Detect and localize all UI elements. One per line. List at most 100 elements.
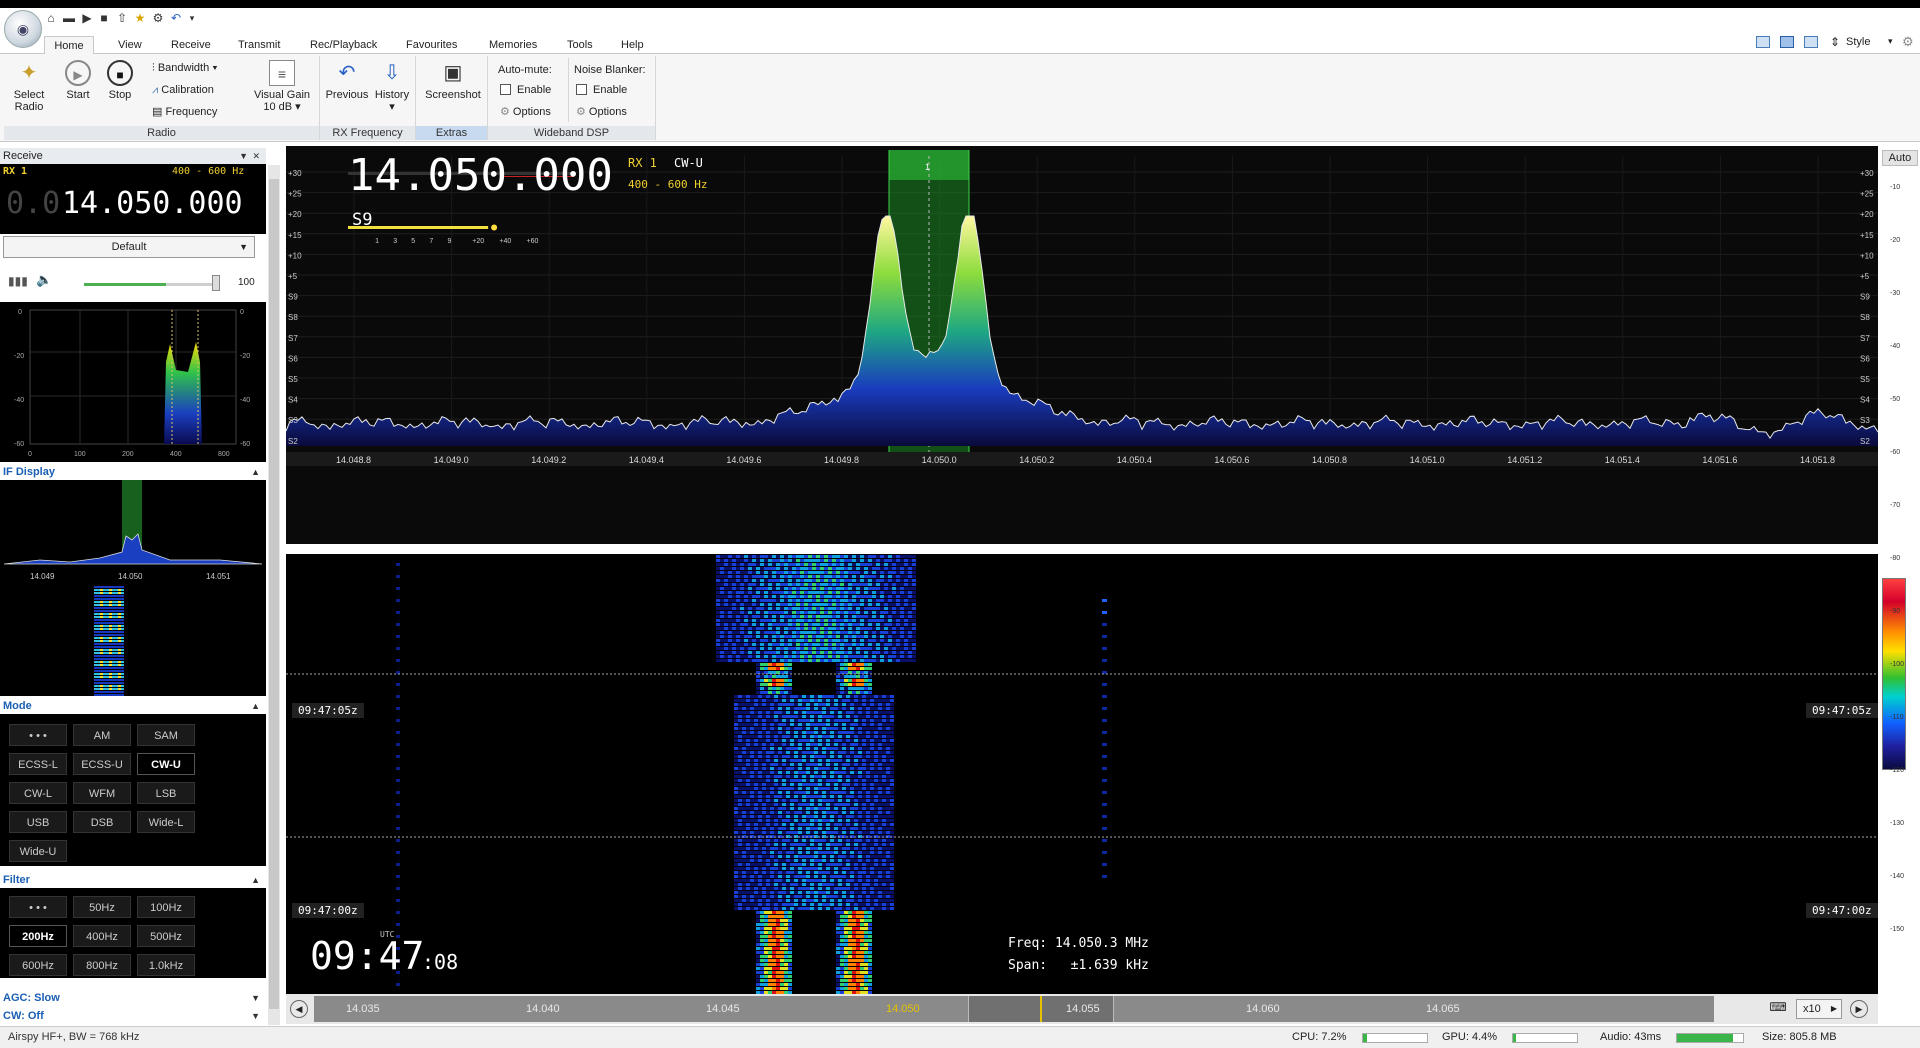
- mode-button-wfm[interactable]: WFM: [73, 782, 131, 804]
- frequency-button[interactable]: ▤ Frequency: [152, 104, 217, 120]
- bandwidth-button[interactable]: ⫶ Bandwidth ▾: [152, 60, 218, 76]
- mode-button-am[interactable]: AM: [73, 724, 131, 746]
- filter-button-800hz[interactable]: 800Hz: [73, 954, 131, 976]
- rx-label: RX 1: [3, 166, 28, 177]
- spectrum-scale-label: S5: [1860, 375, 1870, 384]
- calibration-button[interactable]: ⩘ Calibration: [152, 82, 214, 98]
- mode-button-ecss-u[interactable]: ECSS-U: [73, 753, 131, 775]
- collapse-icon[interactable]: ▼: [239, 148, 248, 164]
- gear-icon[interactable]: ⚙: [151, 11, 165, 25]
- filter-button-100hz[interactable]: 100Hz: [137, 896, 195, 918]
- tab-home[interactable]: Home: [44, 36, 94, 54]
- collapse-icon[interactable]: ▲: [251, 872, 260, 888]
- spectrum-scale-label: +15: [288, 231, 302, 240]
- auto-mute-options-button[interactable]: ⚙ Options: [500, 104, 551, 120]
- layout-icon-1[interactable]: [1756, 36, 1770, 48]
- filter-button-50hz[interactable]: 50Hz: [73, 896, 131, 918]
- visual-gain-button[interactable]: ≡ Visual Gain 10 dB ▾: [250, 60, 314, 113]
- mode-button-usb[interactable]: USB: [9, 811, 67, 833]
- speaker-icon[interactable]: 🔈: [36, 272, 52, 288]
- main-frequency[interactable]: 14.050.000: [348, 150, 613, 201]
- mode-button-dsb[interactable]: DSB: [73, 811, 131, 833]
- color-scale-bar[interactable]: [1882, 578, 1906, 770]
- auto-mute-enable-checkbox[interactable]: Enable: [500, 82, 551, 98]
- spectrum-mode-label: CW-U: [674, 156, 703, 170]
- layout-icon-3[interactable]: [1804, 36, 1818, 48]
- cw-panel-header[interactable]: CW: Off ▼: [0, 1008, 266, 1024]
- mode-button-[interactable]: • • •: [9, 724, 67, 746]
- mode-button-cw-l[interactable]: CW-L: [9, 782, 67, 804]
- folder-icon[interactable]: ▬: [62, 11, 76, 25]
- filter-panel-header[interactable]: Filter ▲: [0, 872, 266, 888]
- style-menu[interactable]: Style: [1846, 36, 1870, 48]
- tab-tools[interactable]: Tools: [561, 36, 599, 54]
- filter-button-600hz[interactable]: 600Hz: [9, 954, 67, 976]
- previous-button[interactable]: ↶ Previous: [324, 60, 370, 101]
- tab-favourites[interactable]: Favourites: [400, 36, 463, 54]
- filter-button-more[interactable]: • • •: [9, 896, 67, 918]
- upload-icon[interactable]: ⇧: [115, 11, 129, 25]
- mode-button-sam[interactable]: SAM: [137, 724, 195, 746]
- filter-button-200hz[interactable]: 200Hz: [9, 925, 67, 947]
- screenshot-button[interactable]: ▣ Screenshot: [420, 60, 486, 101]
- waterfall-display[interactable]: [286, 551, 1878, 994]
- keyboard-icon[interactable]: ⌨: [1766, 1000, 1790, 1018]
- scroll-left-icon[interactable]: ◀: [290, 1000, 308, 1018]
- meter-icon[interactable]: ▮▮▮: [8, 274, 28, 288]
- play-icon[interactable]: ▶: [80, 11, 94, 25]
- tab-memories[interactable]: Memories: [483, 36, 543, 54]
- undo-icon[interactable]: ↶: [169, 11, 183, 25]
- more-icon[interactable]: ▾: [185, 11, 199, 25]
- frequency-overview-bar[interactable]: ◀ 14.035 14.040 14.045 14.050 14.055 14.060 14…: [286, 994, 1878, 1024]
- filter-button-400hz[interactable]: 400Hz: [73, 925, 131, 947]
- left-panel-scrollbar[interactable]: [268, 165, 280, 1025]
- receive-panel-header[interactable]: Receive ▼ ✕: [0, 148, 266, 164]
- tab-rec-playback[interactable]: Rec/Playback: [304, 36, 383, 54]
- cursor-span-readout: Span: ±1.639 kHz: [1008, 958, 1149, 973]
- expand-icon[interactable]: ▼: [251, 1008, 260, 1024]
- expand-icon[interactable]: ▼: [251, 990, 260, 1006]
- scroll-right-icon[interactable]: ▶: [1850, 1000, 1868, 1018]
- mode-button-wide-u[interactable]: Wide-U: [9, 840, 67, 862]
- close-icon[interactable]: ✕: [252, 148, 260, 164]
- noise-blanker-enable-checkbox[interactable]: Enable: [576, 82, 627, 98]
- home-icon[interactable]: ⌂: [44, 11, 58, 25]
- swap-icon[interactable]: ⇕: [1830, 35, 1840, 49]
- scrollbar-thumb[interactable]: [269, 179, 279, 1009]
- mode-panel-header[interactable]: Mode ▲: [0, 698, 266, 714]
- preset-select[interactable]: Default ▼: [3, 236, 255, 258]
- collapse-icon[interactable]: ▲: [251, 464, 260, 480]
- zoom-select[interactable]: x10 ▶: [1796, 999, 1842, 1019]
- filter-button-500hz[interactable]: 500Hz: [137, 925, 195, 947]
- stop-icon[interactable]: ■: [97, 11, 111, 25]
- mode-button-wide-l[interactable]: Wide-L: [137, 811, 195, 833]
- filter-button-1-0khz[interactable]: 1.0kHz: [137, 954, 195, 976]
- stop-button[interactable]: ■ Stop: [102, 60, 138, 101]
- select-radio-button[interactable]: ✦ Select Radio: [8, 60, 50, 113]
- star-icon[interactable]: ★: [133, 11, 147, 25]
- style-dropdown-icon[interactable]: ▾: [1888, 36, 1893, 47]
- noise-blanker-options-button[interactable]: ⚙ Options: [576, 104, 627, 120]
- agc-panel-header[interactable]: AGC: Slow ▼: [0, 990, 266, 1006]
- app-orb-button[interactable]: ◉: [4, 10, 42, 48]
- spectrum-x-tick: 14.049.8: [824, 455, 859, 465]
- spectrum-scale-label: +30: [288, 169, 302, 178]
- tab-receive[interactable]: Receive: [165, 36, 217, 54]
- spectrum-display[interactable]: 1 +30 +30 +25 +25 +20 +20 +15 +15 +10 +10 +5 +5 S9 S9 S…: [286, 146, 1878, 544]
- auto-scale-button[interactable]: Auto: [1882, 150, 1918, 166]
- tab-transmit[interactable]: Transmit: [232, 36, 286, 54]
- settings-gear-icon[interactable]: ⚙: [1902, 34, 1914, 50]
- start-button[interactable]: ▶ Start: [60, 60, 96, 101]
- receive-frequency[interactable]: 14.050.000: [62, 186, 243, 221]
- layout-icon-2[interactable]: [1780, 36, 1794, 48]
- volume-slider-thumb[interactable]: [212, 275, 220, 291]
- mode-button-ecss-l[interactable]: ECSS-L: [9, 753, 67, 775]
- history-button[interactable]: ⇩ History ▾: [372, 60, 412, 113]
- mode-button-cw-u[interactable]: CW-U: [137, 753, 195, 775]
- tab-help[interactable]: Help: [615, 36, 650, 54]
- if-display-header[interactable]: IF Display ▲: [0, 464, 266, 480]
- mode-button-lsb[interactable]: LSB: [137, 782, 195, 804]
- collapse-icon[interactable]: ▲: [251, 698, 260, 714]
- tab-view[interactable]: View: [112, 36, 148, 54]
- volume-slider-track[interactable]: [84, 283, 220, 286]
